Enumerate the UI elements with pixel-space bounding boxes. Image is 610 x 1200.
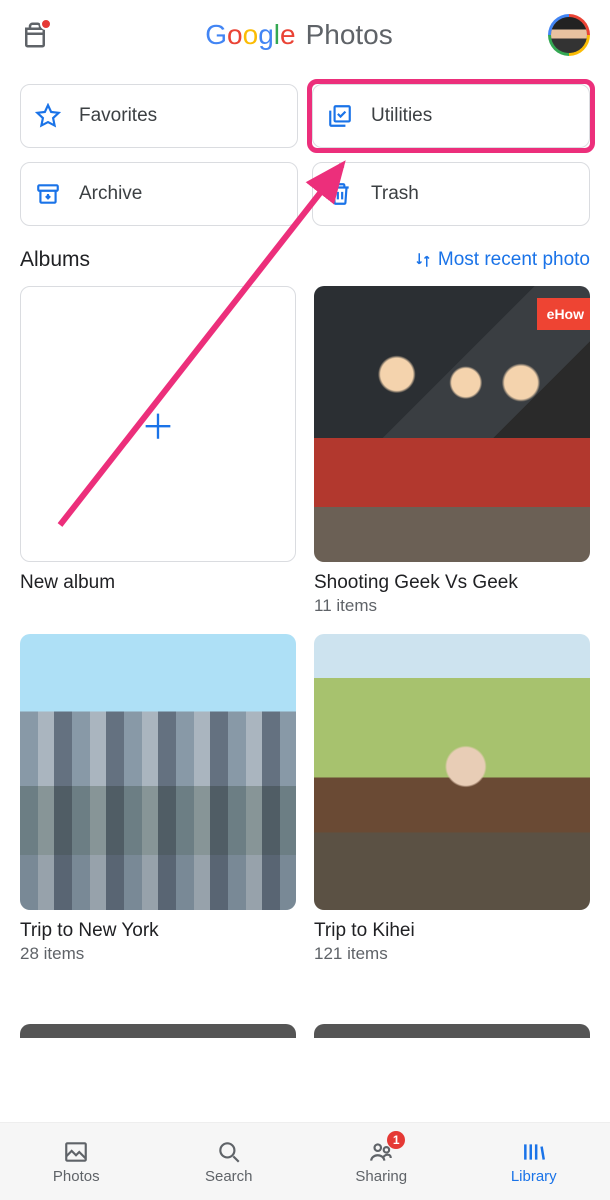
archive-icon	[35, 181, 61, 207]
photos-icon	[63, 1139, 89, 1165]
account-avatar[interactable]	[548, 14, 590, 56]
favorites-label: Favorites	[79, 105, 157, 127]
nav-library[interactable]: Library	[458, 1123, 610, 1200]
nav-photos[interactable]: Photos	[0, 1123, 153, 1200]
album-title: Trip to New York	[20, 920, 296, 942]
nav-label: Photos	[53, 1168, 100, 1185]
plus-icon: ＋	[141, 400, 175, 449]
sort-button[interactable]: Most recent photo	[414, 249, 590, 271]
utilities-label: Utilities	[371, 105, 432, 127]
sharing-badge: 1	[387, 1131, 405, 1149]
sort-label: Most recent photo	[438, 249, 590, 271]
album-count: 121 items	[314, 944, 590, 964]
album-item[interactable]: Trip to Kihei 121 items	[314, 634, 590, 964]
nav-sharing[interactable]: 1 Sharing	[305, 1123, 458, 1200]
star-icon	[35, 103, 61, 129]
more-albums-peek	[0, 984, 610, 1038]
favorites-button[interactable]: Favorites	[20, 84, 298, 148]
album-title: Trip to Kihei	[314, 920, 590, 942]
archive-label: Archive	[79, 183, 142, 205]
logo-product-name: Photos	[306, 19, 393, 51]
album-item[interactable]: Trip to New York 28 items	[20, 634, 296, 964]
utilities-button[interactable]: Utilities	[312, 84, 590, 148]
new-album-button[interactable]: ＋ New album	[20, 286, 296, 616]
albums-section-header: Albums Most recent photo	[0, 244, 610, 286]
album-item[interactable]: Shooting Geek Vs Geek 11 items	[314, 286, 590, 616]
album-thumbnail	[314, 286, 590, 562]
album-thumbnail	[314, 634, 590, 910]
bottom-navigation: Photos Search 1 Sharing Library	[0, 1122, 610, 1200]
album-thumbnail	[20, 634, 296, 910]
print-store-icon[interactable]	[20, 20, 50, 50]
albums-heading: Albums	[20, 248, 90, 272]
albums-grid: ＋ New album Shooting Geek Vs Geek 11 ite…	[0, 286, 610, 984]
utilities-highlight-annotation: Utilities	[307, 79, 595, 153]
trash-button[interactable]: Trash	[312, 162, 590, 226]
archive-button[interactable]: Archive	[20, 162, 298, 226]
album-count: 11 items	[314, 596, 590, 616]
trash-icon	[327, 181, 353, 207]
nav-label: Sharing	[355, 1168, 407, 1185]
library-icon	[521, 1139, 547, 1165]
album-title: New album	[20, 572, 296, 594]
nav-label: Library	[511, 1168, 557, 1185]
search-icon	[216, 1139, 242, 1165]
utilities-icon	[327, 103, 353, 129]
google-photos-logo: Google Photos	[205, 19, 393, 51]
app-header: Google Photos	[0, 0, 610, 70]
notification-dot-icon	[40, 18, 52, 30]
album-count: 28 items	[20, 944, 296, 964]
category-grid: Favorites Utilities Archive Trash	[0, 70, 610, 244]
nav-label: Search	[205, 1168, 253, 1185]
nav-search[interactable]: Search	[153, 1123, 306, 1200]
trash-label: Trash	[371, 183, 419, 205]
sort-icon	[414, 251, 432, 269]
album-title: Shooting Geek Vs Geek	[314, 572, 590, 594]
